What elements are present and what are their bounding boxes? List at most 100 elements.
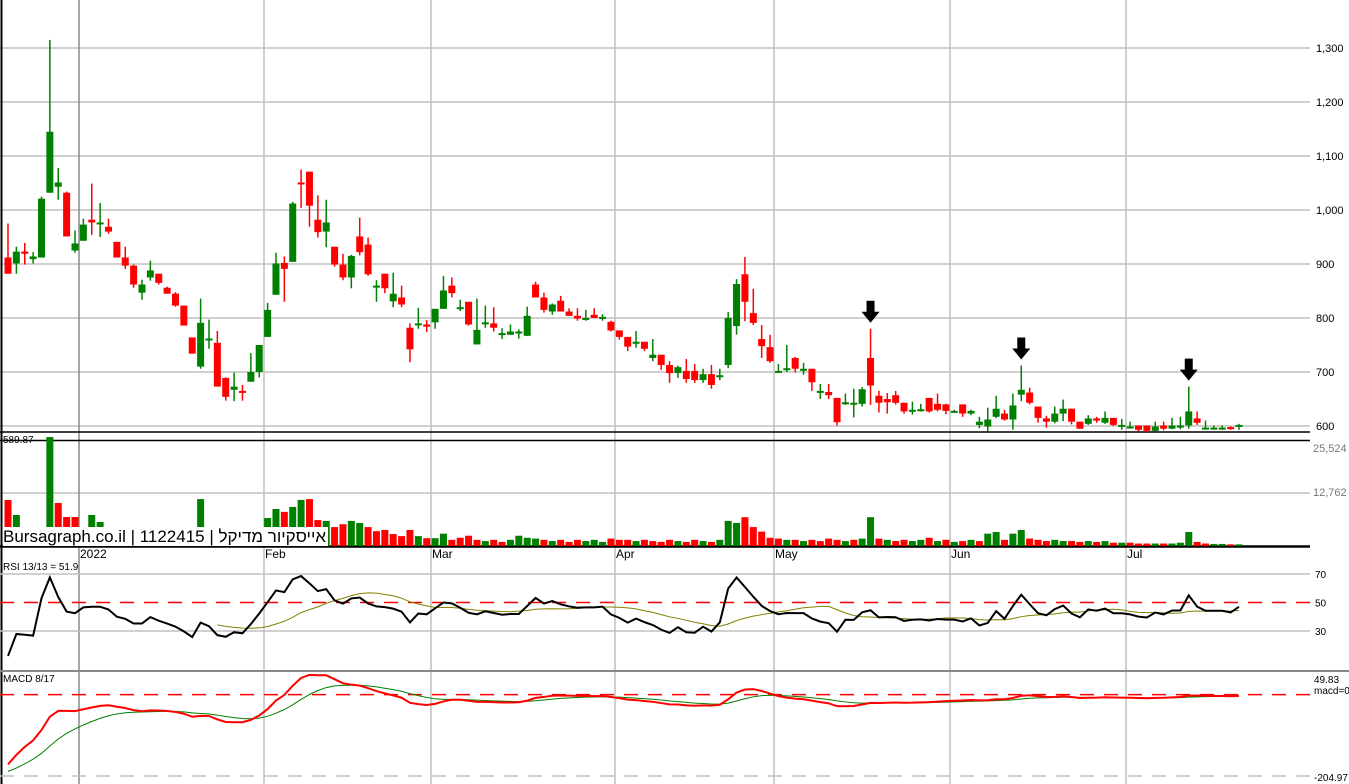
candle-body [1042, 418, 1050, 422]
volume-bar [1193, 541, 1201, 546]
volume-bar [758, 531, 766, 546]
volume-bar [523, 537, 531, 546]
volume-bar [975, 541, 983, 546]
volume-bar [900, 539, 908, 546]
volume-bar [582, 541, 590, 546]
candle-body [515, 331, 523, 334]
candle-body [356, 236, 364, 253]
candle-body [222, 377, 230, 397]
volume-bar [967, 539, 975, 546]
candle-body [37, 198, 45, 258]
candle-body [666, 364, 674, 374]
volume-bar [682, 541, 690, 546]
candle-body [88, 219, 96, 223]
volume-bar [565, 541, 573, 546]
volume-bar [1185, 532, 1193, 546]
candle-body [523, 315, 531, 336]
rsi-tick-label: 30 [1315, 627, 1327, 638]
candle-body [917, 409, 925, 412]
candle-body [699, 374, 707, 381]
candle-body [71, 243, 79, 251]
candle-body [272, 263, 280, 295]
macd-panel [0, 673, 1310, 777]
candle-body [465, 301, 473, 325]
volume-bar [1202, 543, 1210, 546]
volume-bar [1042, 541, 1050, 546]
volume-bar [908, 541, 916, 546]
volume-bar [640, 539, 648, 546]
rsi-label: RSI 13/13 = 51.9 [3, 562, 79, 573]
volume-bar [984, 533, 992, 546]
volume-bar [674, 541, 682, 546]
volume-bar [632, 541, 640, 546]
candle-body [867, 357, 875, 386]
volume-bar [1109, 542, 1117, 546]
candle-body [942, 404, 950, 411]
candle-body [565, 311, 573, 316]
candle-body [766, 347, 774, 362]
volume-bar [1176, 542, 1184, 546]
candle-body [414, 323, 422, 326]
candle-body [959, 404, 967, 414]
volume-bar [1227, 544, 1235, 546]
candle-body [1227, 427, 1235, 430]
candle-body [573, 315, 581, 319]
candle-body [1034, 406, 1042, 418]
candle-body [1076, 421, 1084, 429]
candle-body [908, 409, 916, 412]
candle-body [255, 345, 263, 372]
candle-body [406, 327, 414, 350]
candle-body [1059, 408, 1067, 414]
volume-bar [331, 527, 339, 546]
candle-body [197, 322, 205, 367]
x-axis-label: Mar [432, 547, 453, 561]
volume-bar [800, 541, 808, 546]
macd-label: MACD 8/17 [3, 674, 55, 685]
candle-body [1193, 418, 1201, 423]
candle-body [347, 255, 355, 278]
candle-body [104, 226, 112, 232]
volume-bar [1135, 543, 1143, 546]
candle-body [331, 246, 339, 265]
volume-bar [649, 541, 657, 546]
candle-body [724, 318, 732, 365]
rsi-tick-label: 70 [1315, 570, 1327, 581]
volume-price-label: 589.87 [3, 435, 34, 446]
volume-bar [431, 538, 439, 546]
candle-body [1126, 426, 1134, 429]
volume-bar [1168, 543, 1176, 546]
volume-bar [816, 541, 824, 546]
volume-bar [423, 538, 431, 546]
candle-body [230, 386, 238, 390]
volume-bar [1051, 539, 1059, 546]
candle-body [1009, 405, 1017, 420]
candle-body [825, 391, 833, 396]
volume-bar [599, 541, 607, 546]
volume-bar [398, 536, 406, 546]
price-tick-label: 600 [1316, 421, 1334, 433]
candle-body [925, 397, 933, 412]
candle-body [498, 333, 506, 336]
candle-body [305, 171, 313, 206]
volume-bar [1084, 541, 1092, 546]
volume-bar [1235, 544, 1243, 546]
candle-body [1210, 427, 1218, 430]
volume-bar [1001, 539, 1009, 546]
volume-bar [724, 520, 732, 546]
volume-bar [389, 534, 397, 546]
candle-body [950, 410, 958, 413]
candle-body [833, 397, 841, 423]
x-axis-label: May [775, 547, 798, 561]
macd-tick-label: macd=0 [1314, 686, 1349, 697]
candle-body [1093, 418, 1101, 421]
candle-body [1151, 426, 1159, 431]
volume-bar [833, 539, 841, 546]
candle-body [322, 222, 330, 232]
candle-body [1026, 392, 1034, 403]
candle-body [992, 408, 1000, 417]
volume-bar [624, 539, 632, 546]
candle-body [506, 331, 514, 335]
volume-bar [1126, 542, 1134, 546]
volume-bar [473, 539, 481, 546]
rsi-tick-label: 50 [1315, 599, 1327, 610]
